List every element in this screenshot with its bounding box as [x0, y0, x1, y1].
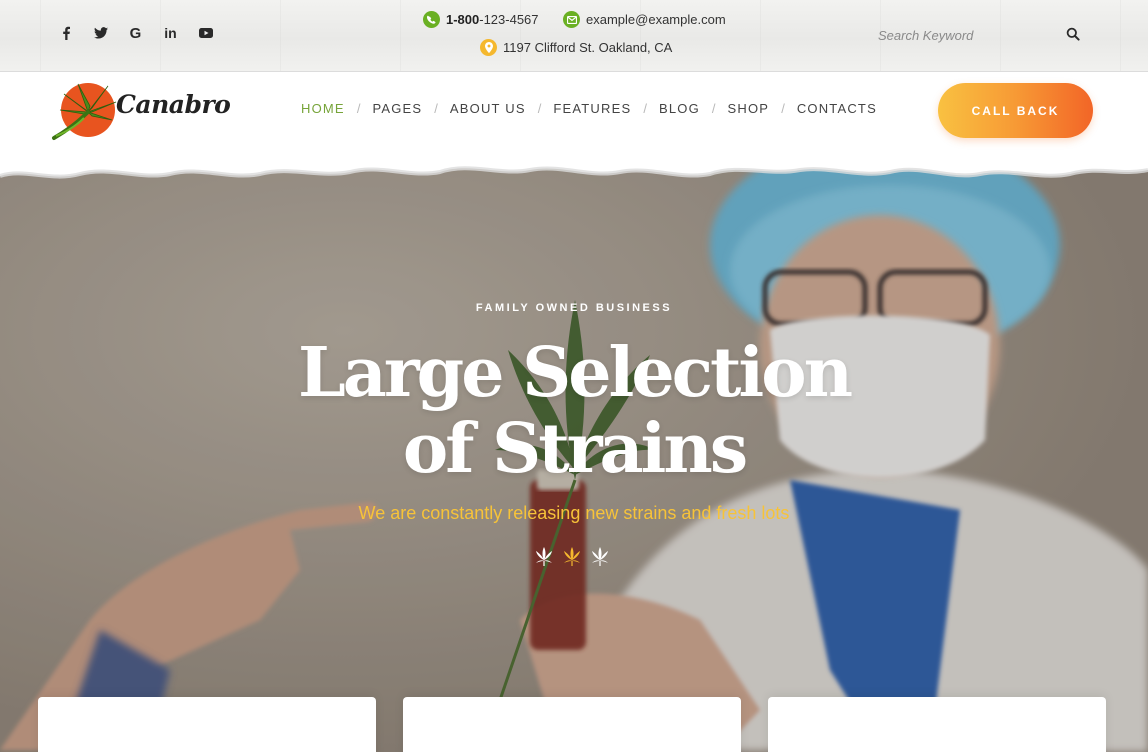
hero-content: FAMILY OWNED BUSINESS Large Selection of…: [0, 150, 1148, 752]
feature-card-3[interactable]: [768, 697, 1106, 752]
main-header: Canabro HOME / PAGES / ABOUT US / FEATUR…: [0, 72, 1148, 150]
nav-item-shop[interactable]: SHOP: [728, 101, 770, 116]
nav-separator: /: [643, 101, 647, 116]
top-bar: G in 1-800-123-4567 example@example.com …: [0, 0, 1148, 72]
hero-eyebrow: FAMILY OWNED BUSINESS: [475, 302, 673, 314]
nav-item-about-us[interactable]: ABOUT US: [450, 101, 526, 116]
nav-separator: /: [711, 101, 716, 116]
feature-card-2[interactable]: [403, 697, 741, 752]
address-text: 1197 Clifford St. Oakland, CA: [503, 40, 673, 55]
linkedin-icon[interactable]: in: [153, 22, 188, 44]
hero-headline-line1: Large Selection: [297, 333, 853, 413]
hero-subtitle: We are constantly releasing new strains …: [358, 503, 790, 523]
slider-pagination: [533, 545, 611, 567]
nav-separator: /: [781, 101, 785, 116]
youtube-icon[interactable]: [188, 22, 223, 44]
nav-item-pages[interactable]: PAGES: [372, 101, 422, 116]
slide-dot-3-leaf-icon[interactable]: [589, 545, 611, 567]
nav-separator: /: [434, 101, 438, 116]
hero-headline-line2: of Strains: [402, 409, 748, 489]
search-icon[interactable]: [1066, 27, 1082, 43]
primary-nav: HOME / PAGES / ABOUT US / FEATURES / BLO…: [301, 101, 877, 116]
nav-item-blog[interactable]: BLOG: [659, 101, 700, 116]
logo-wordmark: Canabro: [116, 90, 231, 119]
facebook-icon[interactable]: [48, 22, 83, 44]
nav-item-features[interactable]: FEATURES: [553, 101, 631, 116]
twitter-icon[interactable]: [83, 22, 118, 44]
nav-item-contacts[interactable]: CONTACTS: [797, 101, 877, 116]
social-links: G in: [48, 22, 223, 44]
phone-contact[interactable]: 1-800-123-4567: [423, 11, 539, 28]
slide-dot-1-leaf-icon[interactable]: [533, 545, 555, 567]
nav-item-home[interactable]: HOME: [301, 101, 345, 116]
envelope-icon: [563, 11, 580, 28]
logo-emblem-icon: [52, 83, 117, 140]
call-back-button[interactable]: CALL BACK: [938, 83, 1093, 138]
location-pin-icon: [480, 39, 497, 56]
google-icon[interactable]: G: [118, 22, 153, 44]
hero-headline: Large Selection of Strains: [0, 335, 1148, 487]
hero-slider: FAMILY OWNED BUSINESS Large Selection of…: [0, 150, 1148, 752]
email-contact[interactable]: example@example.com: [563, 11, 726, 28]
phone-number: -123-4567: [479, 12, 539, 27]
phone-icon: [423, 11, 440, 28]
nav-separator: /: [537, 101, 542, 116]
search-input[interactable]: [878, 24, 1058, 46]
address-contact: 1197 Clifford St. Oakland, CA: [480, 39, 672, 56]
phone-prefix: 1-800: [446, 12, 480, 27]
site-logo[interactable]: Canabro: [50, 76, 231, 146]
search-box: [878, 24, 1086, 46]
slide-dot-2-leaf-icon[interactable]: [561, 545, 583, 567]
email-address: example@example.com: [586, 12, 726, 27]
nav-separator: /: [356, 101, 361, 116]
feature-card-1[interactable]: [38, 697, 376, 752]
